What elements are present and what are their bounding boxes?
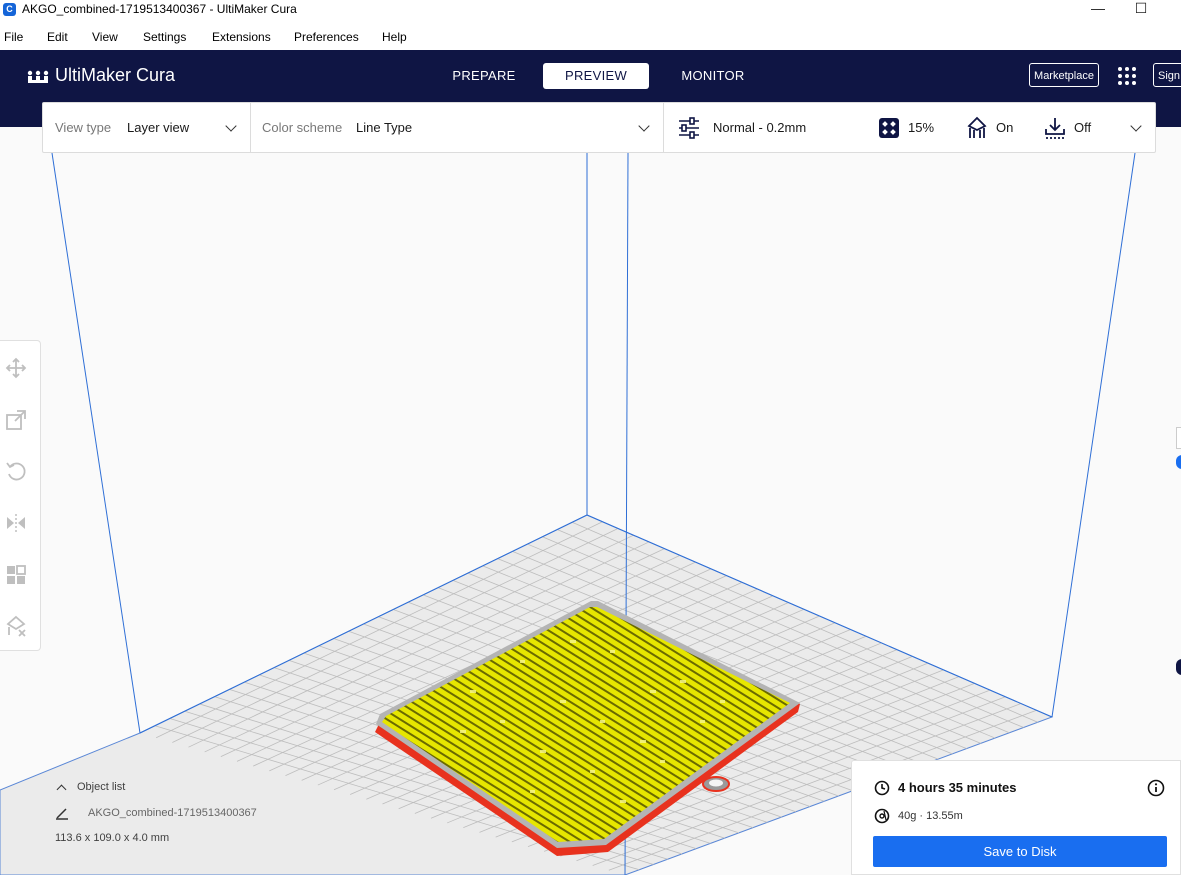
mirror-icon[interactable] xyxy=(5,512,27,534)
print-time: 4 hours 35 minutes xyxy=(898,780,1017,795)
chevron-up-icon xyxy=(56,784,67,794)
maximize-button[interactable]: ☐ xyxy=(1126,0,1156,20)
view-type-dropdown[interactable]: View type Layer view xyxy=(43,103,251,152)
tool-panel xyxy=(0,340,41,651)
per-model-settings-icon[interactable] xyxy=(5,564,27,586)
color-scheme-value: Line Type xyxy=(356,120,413,135)
marketplace-button[interactable]: Marketplace xyxy=(1029,63,1099,87)
menu-help[interactable]: Help xyxy=(382,30,407,44)
menu-view[interactable]: View xyxy=(92,30,118,44)
object-list-header: Object list xyxy=(77,781,126,793)
edit-pencil-icon xyxy=(56,808,68,820)
material-usage: 40g · 13.55m xyxy=(898,810,963,822)
sign-in-button[interactable]: Sign in xyxy=(1153,63,1181,87)
profile-value: Normal - 0.2mm xyxy=(713,120,807,135)
print-settings-sliders-icon xyxy=(679,117,699,139)
color-scheme-label: Color scheme xyxy=(262,120,343,135)
logo-text: UltiMaker Cura xyxy=(55,65,176,85)
title-bar: C AKGO_combined-1719513400367 - UltiMake… xyxy=(0,0,1181,26)
menu-extensions[interactable]: Extensions xyxy=(212,30,271,44)
menu-file[interactable]: File xyxy=(4,30,23,44)
layer-slider-handle-top[interactable] xyxy=(1176,427,1181,449)
window-title: AKGO_combined-1719513400367 - UltiMaker … xyxy=(22,2,297,16)
menu-bar: File Edit View Settings Extensions Prefe… xyxy=(0,26,1181,50)
layer-slider-thumb-bottom[interactable] xyxy=(1176,659,1181,675)
object-list-item[interactable]: AKGO_combined-1719513400367 xyxy=(55,806,257,820)
ultimaker-logo-icon xyxy=(26,68,50,84)
object-dimensions: 113.6 x 109.0 x 4.0 mm xyxy=(55,832,170,844)
color-scheme-dropdown[interactable]: Color scheme Line Type xyxy=(250,103,664,152)
menu-preferences[interactable]: Preferences xyxy=(294,30,359,44)
print-settings-selector[interactable]: Normal - 0.2mm 15% On Off xyxy=(663,103,1155,152)
ultimaker-logo: UltiMaker Cura xyxy=(26,65,175,86)
infill-value: 15% xyxy=(908,120,935,135)
move-icon[interactable] xyxy=(5,357,27,379)
cura-app-icon: C xyxy=(3,3,16,16)
object-list-toggle[interactable]: Object list xyxy=(55,781,257,794)
material-spool-icon xyxy=(874,808,890,824)
object-name: AKGO_combined-1719513400367 xyxy=(88,807,257,819)
apps-grid-icon[interactable] xyxy=(1117,66,1137,86)
adhesion-icon xyxy=(1045,118,1065,139)
layer-slider-thumb[interactable] xyxy=(1176,455,1181,469)
menu-settings[interactable]: Settings xyxy=(143,30,186,44)
rotate-icon[interactable] xyxy=(5,460,27,482)
save-to-disk-button[interactable]: Save to Disk xyxy=(873,836,1167,867)
menu-edit[interactable]: Edit xyxy=(47,30,68,44)
scale-icon[interactable] xyxy=(5,409,27,431)
view-type-label: View type xyxy=(55,120,112,135)
print-information-panel: 4 hours 35 minutes 40g · 13.55m Save to … xyxy=(851,760,1181,875)
tab-monitor[interactable]: MONITOR xyxy=(667,63,759,89)
tab-prepare[interactable]: PREPARE xyxy=(438,63,530,89)
support-value: On xyxy=(996,120,1014,135)
clock-icon xyxy=(874,780,890,796)
support-blocker-icon[interactable] xyxy=(5,615,27,637)
infill-icon xyxy=(879,118,899,138)
support-icon xyxy=(967,116,987,138)
minimize-button[interactable]: — xyxy=(1083,0,1113,20)
chevron-down-icon xyxy=(638,120,650,132)
object-list-panel: Object list AKGO_combined-1719513400367 … xyxy=(55,781,257,844)
chevron-down-icon xyxy=(1130,120,1142,132)
chevron-down-icon xyxy=(225,120,237,132)
view-options-bar: View type Layer view Color scheme Line T… xyxy=(42,102,1156,153)
adhesion-value: Off xyxy=(1074,120,1092,135)
tab-preview[interactable]: PREVIEW xyxy=(543,63,649,89)
view-type-value: Layer view xyxy=(127,120,190,135)
info-icon[interactable] xyxy=(1147,779,1165,797)
